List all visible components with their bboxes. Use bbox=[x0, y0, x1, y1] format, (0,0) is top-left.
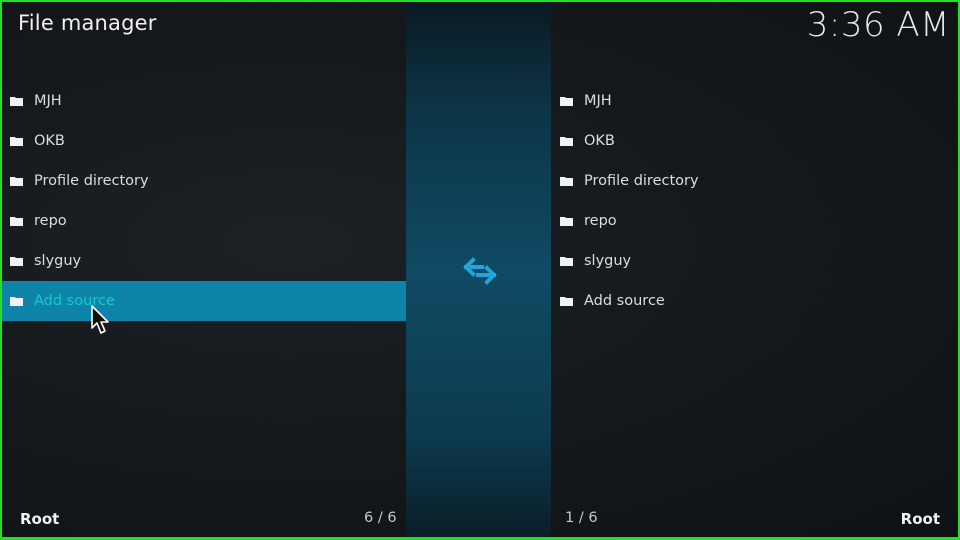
right-pane-path: Root bbox=[900, 510, 940, 528]
list-item[interactable]: MJH bbox=[2, 81, 406, 121]
folder-icon bbox=[560, 97, 573, 106]
left-pane-list: MJH OKB Profile directory repo slyguy Ad… bbox=[2, 81, 406, 321]
right-pane-position: 1 / 6 bbox=[565, 510, 598, 526]
folder-icon bbox=[10, 177, 23, 186]
folder-icon bbox=[560, 257, 573, 266]
file-manager-screen: File manager 3:36 AM MJH OKB Profile dir… bbox=[2, 2, 958, 537]
page-title: File manager bbox=[18, 11, 157, 35]
item-label: Profile directory bbox=[584, 173, 699, 189]
list-item[interactable]: OKB bbox=[551, 121, 958, 161]
folder-icon bbox=[10, 97, 23, 106]
list-item[interactable]: Profile directory bbox=[2, 161, 406, 201]
item-label: repo bbox=[34, 213, 67, 229]
item-label: slyguy bbox=[34, 253, 82, 269]
folder-icon bbox=[560, 177, 573, 186]
item-label: MJH bbox=[584, 93, 612, 109]
item-label: repo bbox=[584, 213, 617, 229]
item-label: slyguy bbox=[584, 253, 632, 269]
folder-icon bbox=[10, 257, 23, 266]
mouse-pointer-icon bbox=[91, 305, 109, 334]
item-label: Profile directory bbox=[34, 173, 149, 189]
clock: 3:36 AM bbox=[806, 5, 950, 45]
folder-icon bbox=[560, 137, 573, 146]
item-label: OKB bbox=[584, 133, 615, 149]
right-pane-list: MJH OKB Profile directory repo slyguy Ad… bbox=[551, 81, 958, 321]
folder-icon bbox=[560, 217, 573, 226]
folder-icon bbox=[560, 297, 573, 306]
list-item[interactable]: slyguy bbox=[2, 241, 406, 281]
folder-icon bbox=[10, 297, 23, 306]
item-label: MJH bbox=[34, 93, 62, 109]
folder-icon bbox=[10, 137, 23, 146]
list-item[interactable]: repo bbox=[551, 201, 958, 241]
list-item[interactable]: Profile directory bbox=[551, 161, 958, 201]
list-item[interactable]: repo bbox=[2, 201, 406, 241]
item-label: OKB bbox=[34, 133, 65, 149]
swap-arrows-icon[interactable] bbox=[462, 255, 498, 287]
list-item[interactable]: slyguy bbox=[551, 241, 958, 281]
left-pane-path: Root bbox=[20, 510, 60, 528]
left-pane-position: 6 / 6 bbox=[364, 510, 397, 526]
list-item[interactable]: OKB bbox=[2, 121, 406, 161]
item-label: Add source bbox=[584, 293, 665, 309]
list-item[interactable]: Add source bbox=[551, 281, 958, 321]
list-item[interactable]: MJH bbox=[551, 81, 958, 121]
list-item-focused[interactable]: Add source bbox=[2, 281, 406, 321]
folder-icon bbox=[10, 217, 23, 226]
